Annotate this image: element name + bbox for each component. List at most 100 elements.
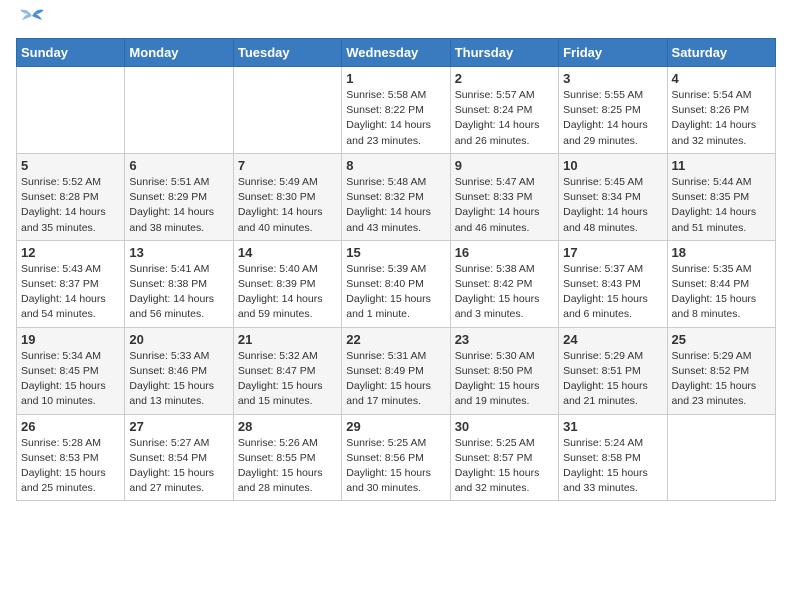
day-info: Sunrise: 5:52 AMSunset: 8:28 PMDaylight:… [21, 175, 120, 236]
calendar-cell: 1Sunrise: 5:58 AMSunset: 8:22 PMDaylight… [342, 67, 450, 154]
day-number: 30 [455, 419, 554, 434]
day-of-week-header: Friday [559, 39, 667, 67]
calendar-cell: 24Sunrise: 5:29 AMSunset: 8:51 PMDayligh… [559, 327, 667, 414]
day-of-week-header: Saturday [667, 39, 775, 67]
calendar-cell: 2 Sunrise: 5:57 AMSunset: 8:24 PMDaylight… [450, 67, 558, 154]
calendar-cell: 13 Sunrise: 5:41 AMSunset: 8:38 PMDayligh… [125, 240, 233, 327]
day-info: Sunrise: 5:45 AMSunset: 8:34 PMDaylight:… [563, 175, 662, 236]
day-number: 23 [455, 332, 554, 347]
calendar-header-row: SundayMondayTuesdayWednesdayThursdayFrid… [17, 39, 776, 67]
calendar-cell: 18 Sunrise: 5:35 AMSunset: 8:44 PMDayligh… [667, 240, 775, 327]
day-info: Sunrise: 5:33 AMSunset: 8:46 PMDaylight:… [129, 349, 228, 410]
calendar-cell: 6 Sunrise: 5:51 AMSunset: 8:29 PMDaylight… [125, 153, 233, 240]
day-info: Sunrise: 5:26 AMSunset: 8:55 PMDaylight:… [238, 436, 337, 497]
day-of-week-header: Monday [125, 39, 233, 67]
calendar-cell: 10 Sunrise: 5:45 AMSunset: 8:34 PMDayligh… [559, 153, 667, 240]
calendar-cell: 9 Sunrise: 5:47 AMSunset: 8:33 PMDaylight… [450, 153, 558, 240]
day-info: Sunrise: 5:48 AMSunset: 8:32 PMDaylight:… [346, 175, 445, 236]
calendar-cell: 5 Sunrise: 5:52 AMSunset: 8:28 PMDaylight… [17, 153, 125, 240]
calendar-cell: 20 Sunrise: 5:33 AMSunset: 8:46 PMDayligh… [125, 327, 233, 414]
calendar-cell: 29Sunrise: 5:25 AMSunset: 8:56 PMDayligh… [342, 414, 450, 501]
day-number: 6 [129, 158, 228, 173]
calendar-cell: 3Sunrise: 5:55 AMSunset: 8:25 PMDaylight… [559, 67, 667, 154]
calendar-cell: 23 Sunrise: 5:30 AMSunset: 8:50 PMDayligh… [450, 327, 558, 414]
calendar-cell [667, 414, 775, 501]
day-info: Sunrise: 5:43 AMSunset: 8:37 PMDaylight:… [21, 262, 120, 323]
calendar-cell: 28 Sunrise: 5:26 AMSunset: 8:55 PMDayligh… [233, 414, 341, 501]
day-info: Sunrise: 5:44 AMSunset: 8:35 PMDaylight:… [672, 175, 771, 236]
day-info: Sunrise: 5:27 AMSunset: 8:54 PMDaylight:… [129, 436, 228, 497]
day-number: 2 [455, 71, 554, 86]
calendar-cell [125, 67, 233, 154]
day-info: Sunrise: 5:47 AMSunset: 8:33 PMDaylight:… [455, 175, 554, 236]
day-info: Sunrise: 5:34 AMSunset: 8:45 PMDaylight:… [21, 349, 120, 410]
day-info: Sunrise: 5:32 AMSunset: 8:47 PMDaylight:… [238, 349, 337, 410]
day-info: Sunrise: 5:30 AMSunset: 8:50 PMDaylight:… [455, 349, 554, 410]
day-info: Sunrise: 5:29 AMSunset: 8:52 PMDaylight:… [672, 349, 771, 410]
day-info: Sunrise: 5:41 AMSunset: 8:38 PMDaylight:… [129, 262, 228, 323]
calendar-week-row: 26Sunrise: 5:28 AMSunset: 8:53 PMDayligh… [17, 414, 776, 501]
day-of-week-header: Sunday [17, 39, 125, 67]
calendar-cell: 22Sunrise: 5:31 AMSunset: 8:49 PMDayligh… [342, 327, 450, 414]
calendar-cell: 12Sunrise: 5:43 AMSunset: 8:37 PMDayligh… [17, 240, 125, 327]
day-number: 10 [563, 158, 662, 173]
calendar-cell [233, 67, 341, 154]
day-info: Sunrise: 5:24 AMSunset: 8:58 PMDaylight:… [563, 436, 662, 497]
calendar-cell [17, 67, 125, 154]
day-number: 7 [238, 158, 337, 173]
calendar-cell: 16Sunrise: 5:38 AMSunset: 8:42 PMDayligh… [450, 240, 558, 327]
day-info: Sunrise: 5:29 AMSunset: 8:51 PMDaylight:… [563, 349, 662, 410]
calendar-cell: 8 Sunrise: 5:48 AMSunset: 8:32 PMDaylight… [342, 153, 450, 240]
day-number: 20 [129, 332, 228, 347]
day-number: 16 [455, 245, 554, 260]
calendar-week-row: 1Sunrise: 5:58 AMSunset: 8:22 PMDaylight… [17, 67, 776, 154]
day-info: Sunrise: 5:54 AMSunset: 8:26 PMDaylight:… [672, 88, 771, 149]
calendar-cell: 25 Sunrise: 5:29 AMSunset: 8:52 PMDayligh… [667, 327, 775, 414]
day-info: Sunrise: 5:31 AMSunset: 8:49 PMDaylight:… [346, 349, 445, 410]
day-of-week-header: Thursday [450, 39, 558, 67]
calendar-cell: 17 Sunrise: 5:37 AMSunset: 8:43 PMDayligh… [559, 240, 667, 327]
day-number: 26 [21, 419, 120, 434]
day-number: 4 [672, 71, 771, 86]
day-number: 8 [346, 158, 445, 173]
day-number: 11 [672, 158, 771, 173]
calendar-cell: 27 Sunrise: 5:27 AMSunset: 8:54 PMDayligh… [125, 414, 233, 501]
day-of-week-header: Wednesday [342, 39, 450, 67]
day-number: 15 [346, 245, 445, 260]
calendar-cell: 19 Sunrise: 5:34 AMSunset: 8:45 PMDayligh… [17, 327, 125, 414]
day-info: Sunrise: 5:35 AMSunset: 8:44 PMDaylight:… [672, 262, 771, 323]
calendar-cell: 21Sunrise: 5:32 AMSunset: 8:47 PMDayligh… [233, 327, 341, 414]
calendar-cell: 31 Sunrise: 5:24 AMSunset: 8:58 PMDayligh… [559, 414, 667, 501]
day-number: 25 [672, 332, 771, 347]
day-number: 5 [21, 158, 120, 173]
day-info: Sunrise: 5:39 AMSunset: 8:40 PMDaylight:… [346, 262, 445, 323]
day-info: Sunrise: 5:37 AMSunset: 8:43 PMDaylight:… [563, 262, 662, 323]
day-number: 17 [563, 245, 662, 260]
day-info: Sunrise: 5:40 AMSunset: 8:39 PMDaylight:… [238, 262, 337, 323]
calendar-cell: 14 Sunrise: 5:40 AMSunset: 8:39 PMDayligh… [233, 240, 341, 327]
calendar-week-row: 5 Sunrise: 5:52 AMSunset: 8:28 PMDaylight… [17, 153, 776, 240]
calendar-cell: 30Sunrise: 5:25 AMSunset: 8:57 PMDayligh… [450, 414, 558, 501]
calendar-week-row: 12Sunrise: 5:43 AMSunset: 8:37 PMDayligh… [17, 240, 776, 327]
day-number: 27 [129, 419, 228, 434]
day-number: 13 [129, 245, 228, 260]
day-info: Sunrise: 5:57 AMSunset: 8:24 PMDaylight:… [455, 88, 554, 149]
day-number: 29 [346, 419, 445, 434]
day-info: Sunrise: 5:51 AMSunset: 8:29 PMDaylight:… [129, 175, 228, 236]
day-number: 1 [346, 71, 445, 86]
day-number: 18 [672, 245, 771, 260]
day-of-week-header: Tuesday [233, 39, 341, 67]
calendar-cell: 26Sunrise: 5:28 AMSunset: 8:53 PMDayligh… [17, 414, 125, 501]
calendar-cell: 15 Sunrise: 5:39 AMSunset: 8:40 PMDayligh… [342, 240, 450, 327]
calendar-table: SundayMondayTuesdayWednesdayThursdayFrid… [16, 38, 776, 501]
day-number: 19 [21, 332, 120, 347]
calendar-cell: 11 Sunrise: 5:44 AMSunset: 8:35 PMDayligh… [667, 153, 775, 240]
day-number: 14 [238, 245, 337, 260]
calendar-cell: 4 Sunrise: 5:54 AMSunset: 8:26 PMDaylight… [667, 67, 775, 154]
day-number: 28 [238, 419, 337, 434]
day-number: 9 [455, 158, 554, 173]
calendar-week-row: 19 Sunrise: 5:34 AMSunset: 8:45 PMDayligh… [17, 327, 776, 414]
logo [16, 16, 46, 26]
day-number: 3 [563, 71, 662, 86]
day-number: 31 [563, 419, 662, 434]
